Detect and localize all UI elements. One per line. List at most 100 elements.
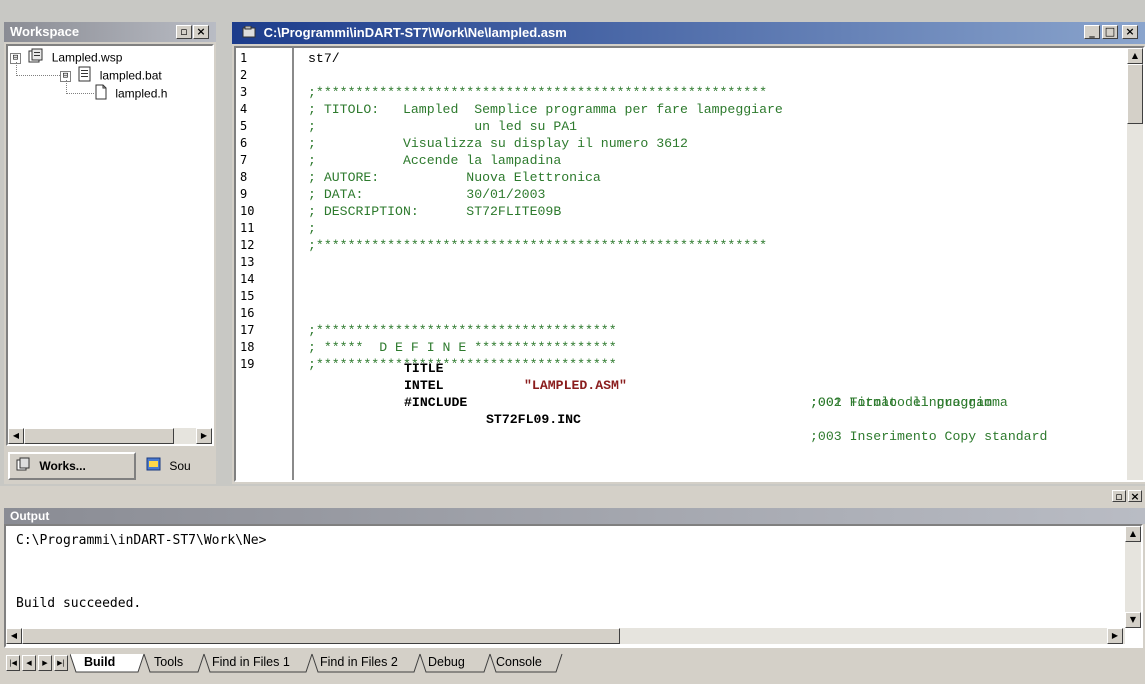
scroll-right-button[interactable]: ▶ (1107, 628, 1123, 644)
workspace-tab-icon (16, 455, 32, 479)
code-line[interactable]: ; AUTORE: Nuova Elettronica (308, 169, 601, 186)
line-number: 2 (240, 68, 248, 82)
line-number: 14 (240, 272, 255, 286)
tab-tools[interactable]: Tools (154, 652, 183, 672)
line-number: 4 (240, 102, 248, 116)
code-line[interactable]: ; Accende la lampadina (308, 152, 561, 169)
workspace-restore-button[interactable]: ▫ (176, 25, 192, 39)
code-line[interactable]: ; un led su PA1 (308, 118, 577, 135)
scroll-up-button[interactable]: ▲ (1127, 48, 1143, 64)
batch-file-icon (78, 66, 92, 87)
scroll-left-button[interactable]: ◀ (6, 628, 22, 644)
code-line[interactable]: ; TITOLO: Lampled Semplice programma per… (308, 101, 783, 118)
tree-item-batch[interactable]: ⊟ lampled.bat (60, 66, 162, 84)
tab-label: Works... (39, 459, 86, 473)
tab-find-in-files-2[interactable]: Find in Files 2 (320, 652, 398, 672)
output-line: Build succeeded. (16, 596, 142, 611)
tab-workspace[interactable]: Works... (8, 452, 136, 480)
close-button[interactable]: × (1122, 25, 1138, 39)
tab-prev-button[interactable]: ◀ (22, 655, 36, 671)
line-number: 18 (240, 340, 255, 354)
workspace-titlebar[interactable]: Workspace ▫ × (4, 22, 216, 42)
line-number: 6 (240, 136, 248, 150)
editor-vscrollbar[interactable]: ▲ (1127, 48, 1143, 480)
workspace-hscrollbar[interactable]: ◀ ▶ (8, 428, 212, 444)
source-tab-icon (146, 455, 162, 479)
output-hscrollbar[interactable]: ◀ ▶ (6, 628, 1125, 644)
code-line-include[interactable]: #INCLUDE ST72FL09.INC ;003 Inserimento C… (308, 377, 1121, 444)
tab-label: Sou (169, 459, 191, 473)
code-editor[interactable]: 1 2 3 4 5 6 7 8 9 10 11 12 13 14 15 16 17 18 19 st7/;*****… (234, 46, 1145, 482)
code-area[interactable]: st7/ ;***********************************… (308, 48, 1121, 480)
tab-next-button[interactable]: ▶ (38, 655, 52, 671)
code-line-title[interactable]: TITLE "LAMPLED.ASM" ;001 Titolo del prog… (308, 343, 1121, 410)
tree-item-workspace[interactable]: ⊟ Lampled.wsp (10, 48, 122, 66)
tree-item-label: lampled.bat (99, 68, 162, 83)
tree-connector (16, 75, 60, 76)
minimize-button[interactable]: _ (1084, 25, 1100, 39)
line-number: 1 (240, 51, 248, 65)
directive-argument: ST72FL09.INC (486, 412, 581, 427)
directive-comment: ;003 Inserimento Copy standard (810, 429, 1048, 444)
code-line[interactable]: ;***************************************… (308, 237, 767, 254)
tab-debug[interactable]: Debug (428, 652, 465, 672)
code-line[interactable]: ;***************************************… (308, 84, 767, 101)
output-text-area[interactable]: C:\Programmi\inDART-ST7\Work\Ne> Build s… (4, 524, 1143, 648)
document-icon (94, 84, 108, 105)
tree-item-header[interactable]: lampled.h (94, 84, 167, 102)
tab-first-button[interactable]: |◀ (6, 655, 20, 671)
scroll-thumb[interactable] (22, 628, 620, 644)
line-number: 7 (240, 153, 248, 167)
tab-build[interactable]: Build (84, 652, 115, 672)
document-icon (242, 23, 256, 44)
editor-titlebar[interactable]: C:\Programmi\inDART-ST7\Work\Ne\lampled.… (232, 22, 1145, 44)
tree-item-label: lampled.h (115, 86, 168, 101)
directive-comment: ;002 Formato linguaggio (810, 395, 993, 410)
output-title: Output (10, 509, 50, 523)
output-titlebar[interactable]: Output (4, 508, 1145, 524)
code-line[interactable]: ;************************************** (308, 322, 617, 339)
code-line-intel[interactable]: INTEL ;002 Formato linguaggio (308, 360, 1121, 410)
workspace-pane: Workspace ▫ × ⊟ Lampled.wsp ⊟ lampled.ba… (4, 22, 216, 484)
output-restore-button[interactable]: ▫ (1112, 490, 1126, 503)
tab-source[interactable]: Sou (146, 454, 212, 478)
scroll-thumb[interactable] (24, 428, 174, 444)
tree-item-label: Lampled.wsp (51, 50, 123, 65)
scroll-right-button[interactable]: ▶ (196, 428, 212, 444)
tab-find-in-files-1[interactable]: Find in Files 1 (212, 652, 290, 672)
code-line[interactable]: st7/ (308, 50, 340, 67)
scroll-thumb[interactable] (1127, 64, 1143, 124)
tab-console[interactable]: Console (496, 652, 542, 672)
output-lines: C:\Programmi\inDART-ST7\Work\Ne> Build s… (16, 530, 1116, 614)
line-number-gutter: 1 2 3 4 5 6 7 8 9 10 11 12 13 14 15 16 17 18 19 (236, 48, 294, 480)
workspace-title: Workspace (10, 24, 80, 39)
tab-last-button[interactable]: ▶| (54, 655, 68, 671)
code-line[interactable]: ; DATA: 30/01/2003 (308, 186, 545, 203)
line-number: 9 (240, 187, 248, 201)
line-number: 5 (240, 119, 248, 133)
output-splitter[interactable]: ▫ × (0, 486, 1145, 508)
tree-connector (66, 80, 67, 94)
code-line[interactable]: ; Visualizza su display il numero 3612 (308, 135, 688, 152)
scroll-down-button[interactable]: ▼ (1125, 612, 1141, 628)
editor-window: C:\Programmi\inDART-ST7\Work\Ne\lampled.… (232, 22, 1145, 484)
code-line[interactable]: ; (308, 220, 316, 237)
line-number: 13 (240, 255, 255, 269)
line-number: 10 (240, 204, 255, 218)
workspace-close-button[interactable]: × (193, 25, 209, 39)
scroll-left-button[interactable]: ◀ (8, 428, 24, 444)
output-line: C:\Programmi\inDART-ST7\Work\Ne> (16, 533, 267, 548)
line-number: 19 (240, 357, 255, 371)
line-number: 12 (240, 238, 255, 252)
output-vscrollbar[interactable]: ▲ ▼ (1125, 526, 1141, 628)
output-pane: ▫ × Output C:\Programmi\inDART-ST7\Work\… (0, 486, 1145, 684)
maximize-button[interactable]: □ (1102, 25, 1118, 39)
directive-keyword: #INCLUDE (404, 395, 468, 410)
code-line[interactable]: ; DESCRIPTION: ST72FLITE09B (308, 203, 561, 220)
line-number: 8 (240, 170, 248, 184)
output-close-button[interactable]: × (1128, 490, 1142, 503)
scroll-up-button[interactable]: ▲ (1125, 526, 1141, 542)
tree-connector (16, 62, 17, 76)
line-number: 17 (240, 323, 255, 337)
